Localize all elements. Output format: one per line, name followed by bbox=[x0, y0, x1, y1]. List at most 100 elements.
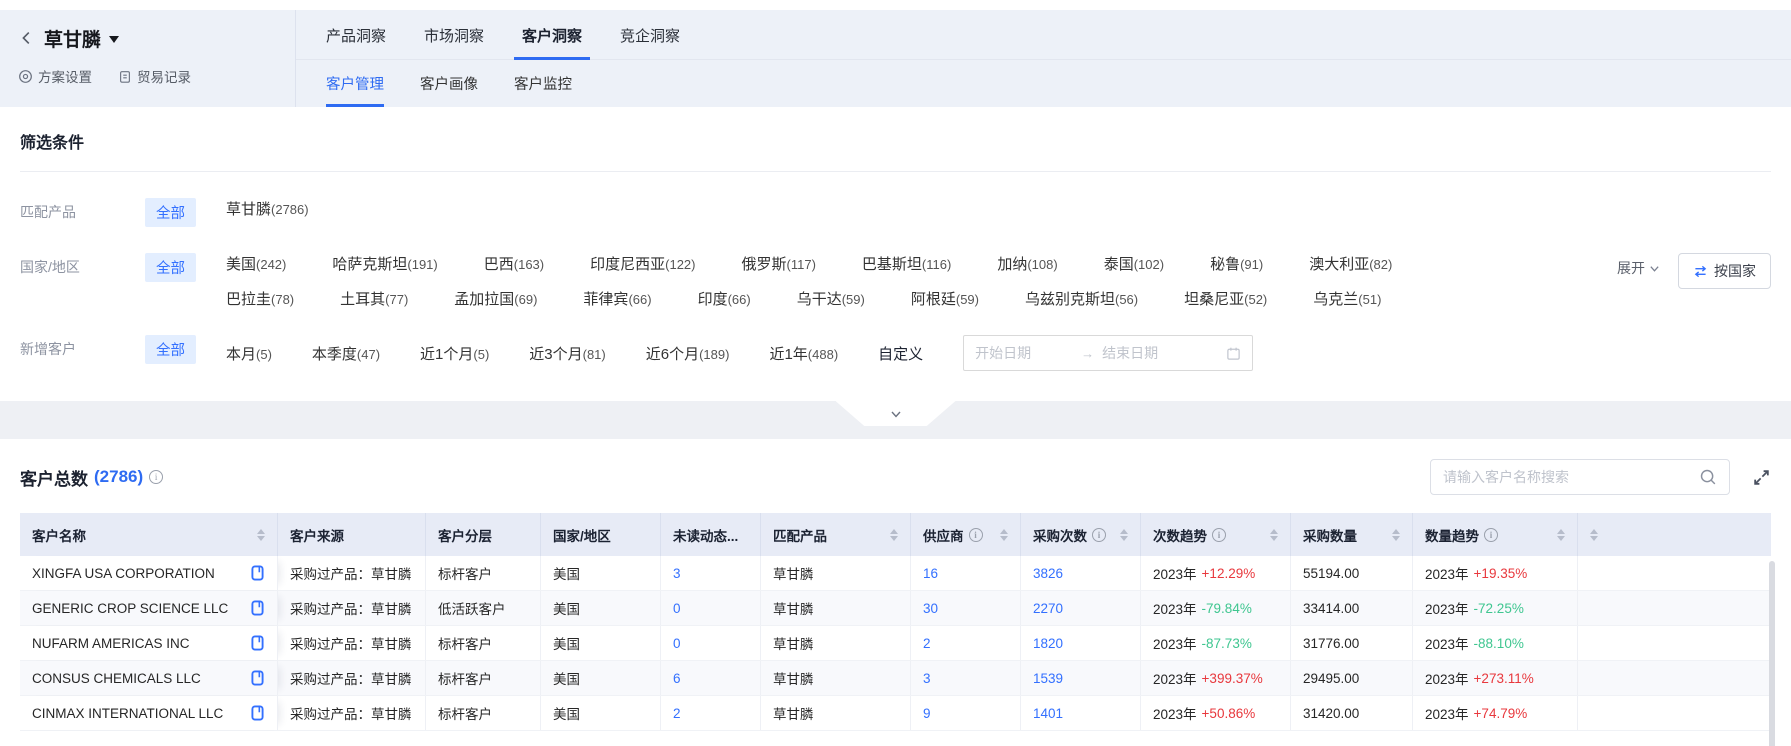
country-option[interactable]: 印度尼西亚(122) bbox=[590, 253, 695, 274]
country-option[interactable]: 秘鲁(91) bbox=[1210, 253, 1263, 274]
info-icon[interactable] bbox=[1092, 528, 1106, 542]
table-row[interactable]: CONSUS CHEMICALS LLC采购过产品：草甘膦标杆客户美国6草甘膦3… bbox=[20, 661, 1771, 696]
sub-tab[interactable]: 客户监控 bbox=[514, 60, 572, 107]
cell-purchases[interactable]: 3826 bbox=[1021, 556, 1141, 590]
country-option[interactable]: 巴西(163) bbox=[484, 253, 544, 274]
customer-name[interactable]: CINMAX INTERNATIONAL LLC bbox=[32, 706, 223, 721]
table-row[interactable]: NUFARM AMERICAS INC采购过产品：草甘膦标杆客户美国0草甘膦21… bbox=[20, 626, 1771, 661]
start-date-input[interactable] bbox=[975, 345, 1073, 361]
trade-records-button[interactable]: 贸易记录 bbox=[118, 66, 191, 86]
info-icon[interactable] bbox=[1212, 528, 1226, 542]
country-option[interactable]: 泰国(102) bbox=[1104, 253, 1164, 274]
cell-unread[interactable]: 0 bbox=[661, 591, 761, 625]
info-icon[interactable] bbox=[1484, 528, 1498, 542]
column-header[interactable]: 采购数量 bbox=[1291, 513, 1413, 556]
column-header[interactable]: 次数趋势 bbox=[1141, 513, 1291, 556]
cell-suppliers[interactable]: 16 bbox=[911, 556, 1021, 590]
cell-unread[interactable]: 3 bbox=[661, 556, 761, 590]
main-tab[interactable]: 竞企洞察 bbox=[620, 10, 680, 60]
cell-purchases[interactable]: 1401 bbox=[1021, 696, 1141, 730]
country-option[interactable]: 美国(242) bbox=[226, 253, 286, 274]
new-customer-option[interactable]: 本月(5) bbox=[226, 343, 272, 364]
custom-range-option[interactable]: 自定义 bbox=[878, 343, 923, 364]
company-icon[interactable] bbox=[250, 705, 265, 721]
end-date-input[interactable] bbox=[1102, 345, 1200, 361]
new-customer-all-chip[interactable]: 全部 bbox=[145, 335, 196, 364]
cell-name[interactable]: NUFARM AMERICAS INC bbox=[20, 626, 278, 660]
cell-unread[interactable]: 0 bbox=[661, 626, 761, 660]
country-all-chip[interactable]: 全部 bbox=[145, 253, 196, 282]
column-header[interactable]: 采购次数 bbox=[1021, 513, 1141, 556]
info-icon[interactable] bbox=[149, 470, 163, 484]
country-option[interactable]: 俄罗斯(117) bbox=[742, 253, 816, 274]
main-tab[interactable]: 市场洞察 bbox=[424, 10, 484, 60]
country-option[interactable]: 乌克兰(51) bbox=[1313, 288, 1381, 309]
column-header[interactable]: 客户名称 bbox=[20, 513, 278, 556]
cell-name[interactable]: CINMAX INTERNATIONAL LLC bbox=[20, 696, 278, 730]
country-option[interactable]: 巴拉圭(78) bbox=[226, 288, 294, 309]
new-customer-option[interactable]: 近1个月(5) bbox=[420, 343, 489, 364]
by-country-button[interactable]: 按国家 bbox=[1678, 253, 1771, 289]
country-option[interactable]: 巴基斯坦(116) bbox=[862, 253, 951, 274]
country-option[interactable]: 印度(66) bbox=[698, 288, 751, 309]
country-option[interactable]: 澳大利亚(82) bbox=[1309, 253, 1392, 274]
column-header[interactable]: 匹配产品 bbox=[761, 513, 911, 556]
main-tab[interactable]: 产品洞察 bbox=[326, 10, 386, 60]
customer-name[interactable]: XINGFA USA CORPORATION bbox=[32, 566, 215, 581]
new-customer-option[interactable]: 近1年(488) bbox=[769, 343, 838, 364]
main-tab[interactable]: 客户洞察 bbox=[522, 10, 582, 60]
sort-icon[interactable] bbox=[1270, 529, 1278, 541]
vertical-scrollbar[interactable] bbox=[1769, 561, 1775, 746]
fullscreen-button[interactable] bbox=[1752, 468, 1771, 487]
country-option[interactable]: 加纳(108) bbox=[997, 253, 1057, 274]
sort-icon[interactable] bbox=[1557, 529, 1565, 541]
cell-purchases[interactable]: 1820 bbox=[1021, 626, 1141, 660]
country-option[interactable]: 土耳其(77) bbox=[340, 288, 408, 309]
sort-icon[interactable] bbox=[257, 529, 265, 541]
scheme-settings-button[interactable]: 方案设置 bbox=[18, 66, 92, 86]
country-option[interactable]: 菲律宾(66) bbox=[583, 288, 651, 309]
company-icon[interactable] bbox=[250, 635, 265, 651]
back-icon[interactable] bbox=[18, 29, 36, 47]
company-icon[interactable] bbox=[250, 670, 265, 686]
cell-suppliers[interactable]: 3 bbox=[911, 661, 1021, 695]
cell-purchases[interactable]: 1539 bbox=[1021, 661, 1141, 695]
sort-icon[interactable] bbox=[1392, 529, 1400, 541]
column-header[interactable]: 供应商 bbox=[911, 513, 1021, 556]
customer-name[interactable]: NUFARM AMERICAS INC bbox=[32, 636, 190, 651]
country-option[interactable]: 乌兹别克斯坦(56) bbox=[1025, 288, 1138, 309]
table-row[interactable]: CINMAX INTERNATIONAL LLC采购过产品：草甘膦标杆客户美国2… bbox=[20, 696, 1771, 731]
country-option[interactable]: 坦桑尼亚(52) bbox=[1184, 288, 1267, 309]
cell-name[interactable]: XINGFA USA CORPORATION bbox=[20, 556, 278, 590]
customer-name[interactable]: CONSUS CHEMICALS LLC bbox=[32, 671, 201, 686]
cell-suppliers[interactable]: 2 bbox=[911, 626, 1021, 660]
country-option[interactable]: 哈萨克斯坦(191) bbox=[332, 253, 437, 274]
customer-name[interactable]: GENERIC CROP SCIENCE LLC bbox=[32, 601, 228, 616]
company-icon[interactable] bbox=[250, 600, 265, 616]
cell-purchases[interactable]: 2270 bbox=[1021, 591, 1141, 625]
collapse-filter-button[interactable] bbox=[836, 401, 956, 426]
country-option[interactable]: 阿根廷(59) bbox=[911, 288, 979, 309]
cell-unread[interactable]: 6 bbox=[661, 661, 761, 695]
new-customer-option[interactable]: 近3个月(81) bbox=[529, 343, 605, 364]
new-customer-option[interactable]: 近6个月(189) bbox=[646, 343, 730, 364]
country-option[interactable]: 乌干达(59) bbox=[797, 288, 865, 309]
sub-tab[interactable]: 客户管理 bbox=[326, 60, 384, 107]
new-customer-option[interactable]: 本季度(47) bbox=[312, 343, 380, 364]
column-header[interactable]: 数量趋势 bbox=[1413, 513, 1578, 556]
sort-icon[interactable] bbox=[1120, 529, 1128, 541]
search-input[interactable] bbox=[1443, 469, 1699, 485]
cell-unread[interactable]: 2 bbox=[661, 696, 761, 730]
sub-tab[interactable]: 客户画像 bbox=[420, 60, 478, 107]
cell-name[interactable]: CONSUS CHEMICALS LLC bbox=[20, 661, 278, 695]
country-option[interactable]: 孟加拉国(69) bbox=[454, 288, 537, 309]
title-caret-down-icon[interactable] bbox=[109, 36, 119, 43]
company-icon[interactable] bbox=[250, 565, 265, 581]
sort-icon[interactable] bbox=[890, 529, 898, 541]
cell-suppliers[interactable]: 30 bbox=[911, 591, 1021, 625]
table-row[interactable]: XINGFA USA CORPORATION采购过产品：草甘膦标杆客户美国3草甘… bbox=[20, 556, 1771, 591]
expand-toggle[interactable]: 展开 bbox=[1617, 253, 1660, 278]
match-product-option[interactable]: 草甘膦(2786) bbox=[226, 198, 309, 219]
cell-suppliers[interactable]: 9 bbox=[911, 696, 1021, 730]
sort-icon[interactable] bbox=[1590, 529, 1598, 541]
